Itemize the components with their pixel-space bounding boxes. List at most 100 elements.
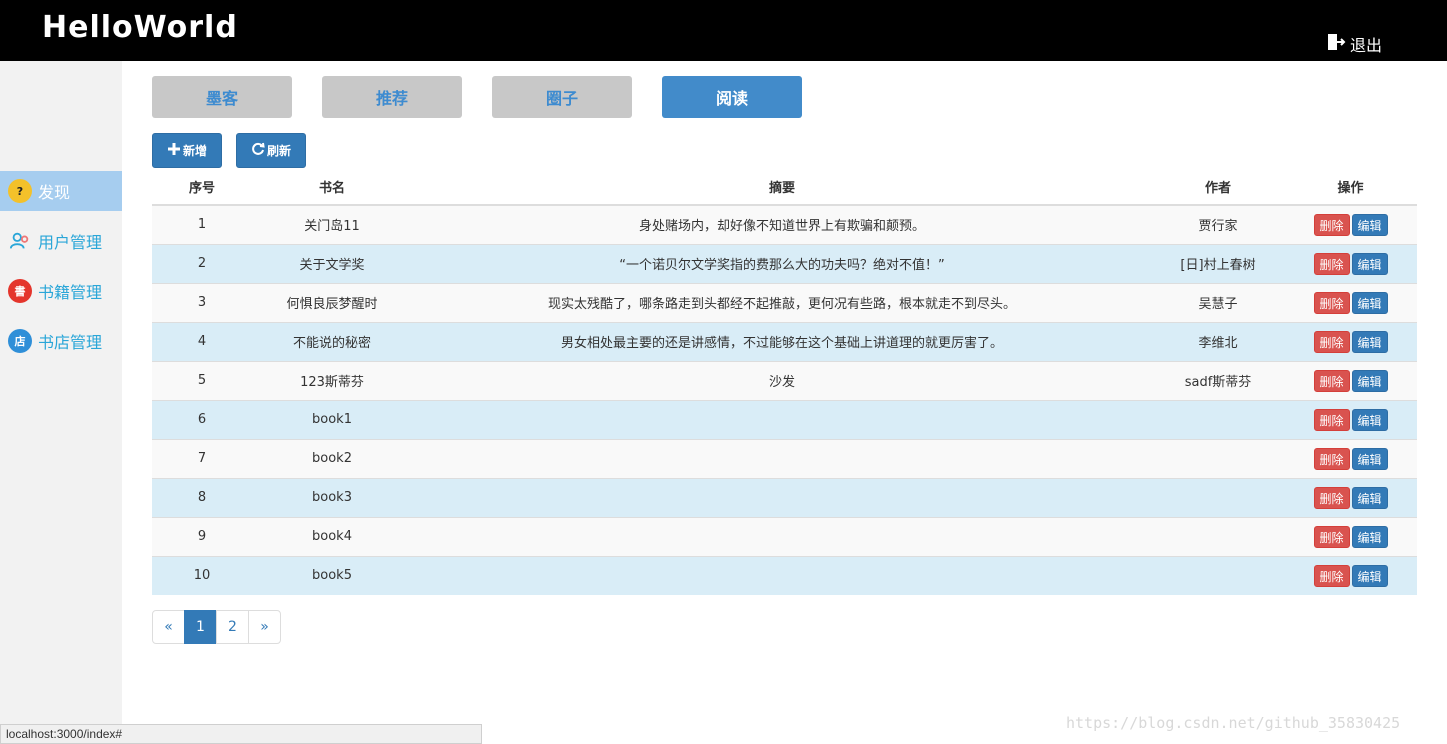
cell-author [1152, 438, 1284, 478]
edit-button[interactable]: 编辑 [1351, 213, 1388, 236]
logout-icon [1326, 32, 1346, 56]
compass-icon: ? [8, 179, 32, 203]
cell-summary: 现实太残酷了，哪条路走到头都经不起推敲，更何况有些路，根本就走不到尽头。 [412, 282, 1152, 322]
cell-title: book3 [252, 477, 412, 517]
column-header-number: 序号 [152, 168, 252, 206]
cell-number: 4 [152, 321, 252, 361]
delete-button[interactable]: 删除 [1313, 486, 1350, 509]
cell-actions: 删除 编辑 [1284, 321, 1417, 361]
cell-title: 关门岛11 [252, 204, 412, 244]
sidebar: ? 发现 用户管理 書 书籍管理 店 书店管理 [0, 61, 122, 744]
cell-number: 5 [152, 360, 252, 400]
pagination-prev[interactable]: « [152, 610, 185, 644]
edit-button[interactable]: 编辑 [1351, 408, 1388, 431]
app-logo: HelloWorld [42, 10, 238, 45]
watermark: https://blog.csdn.net/github_35830425 [1066, 714, 1401, 732]
cell-actions: 删除 编辑 [1284, 282, 1417, 322]
table-row: 8 book3 删除 编辑 [152, 477, 1417, 517]
cell-actions: 删除 编辑 [1284, 477, 1417, 517]
cell-summary [412, 438, 1152, 478]
cell-summary [412, 516, 1152, 556]
sidebar-item-books[interactable]: 書 书籍管理 [0, 271, 122, 311]
sidebar-item-discover[interactable]: ? 发现 [0, 171, 122, 211]
cell-summary [412, 477, 1152, 517]
edit-button[interactable]: 编辑 [1351, 330, 1388, 353]
delete-button[interactable]: 删除 [1313, 447, 1350, 470]
edit-button[interactable]: 编辑 [1351, 564, 1388, 587]
cell-number: 2 [152, 243, 252, 283]
cell-summary: “一个诺贝尔文学奖指的费那么大的功夫吗？绝对不值！” [412, 243, 1152, 283]
cell-actions: 删除 编辑 [1284, 243, 1417, 283]
logout-button[interactable]: 退出 [1326, 32, 1382, 56]
table-row: 1 关门岛11 身处赌场内，却好像不知道世界上有欺骗和颠预。 贾行家 删除 编辑 [152, 204, 1417, 244]
delete-button[interactable]: 删除 [1313, 252, 1350, 275]
delete-button[interactable]: 删除 [1313, 330, 1350, 353]
top-header: HelloWorld 退出 [0, 0, 1447, 61]
cell-title: book2 [252, 438, 412, 478]
table-row: 6 book1 删除 编辑 [152, 399, 1417, 439]
refresh-button-label: 刷新 [266, 144, 291, 158]
column-header-author: 作者 [1152, 168, 1284, 206]
tab-moke[interactable]: 墨客 [152, 76, 292, 118]
cell-title: 何惧良辰梦醒时 [252, 282, 412, 322]
store-icon: 店 [8, 329, 32, 353]
cell-author [1152, 477, 1284, 517]
delete-button[interactable]: 删除 [1313, 408, 1350, 431]
sidebar-item-label: 书籍管理 [38, 283, 103, 302]
cell-author: 吴慧子 [1152, 282, 1284, 322]
cell-author: [日]村上春树 [1152, 243, 1284, 283]
table-row: 9 book4 删除 编辑 [152, 516, 1417, 556]
add-button[interactable]: 新增 [152, 133, 222, 168]
tab-recommend[interactable]: 推荐 [322, 76, 462, 118]
refresh-icon [251, 142, 265, 159]
cell-actions: 删除 编辑 [1284, 360, 1417, 400]
cell-number: 8 [152, 477, 252, 517]
cell-summary: 身处赌场内，却好像不知道世界上有欺骗和颠预。 [412, 204, 1152, 244]
sidebar-item-stores[interactable]: 店 书店管理 [0, 321, 122, 361]
pagination: « 1 2 » [152, 610, 281, 644]
delete-button[interactable]: 删除 [1313, 369, 1350, 392]
add-button-label: 新增 [182, 144, 207, 158]
edit-button[interactable]: 编辑 [1351, 369, 1388, 392]
cell-title: 关于文学奖 [252, 243, 412, 283]
cell-title: 不能说的秘密 [252, 321, 412, 361]
pagination-page-1[interactable]: 1 [184, 610, 217, 644]
delete-button[interactable]: 删除 [1313, 564, 1350, 587]
pagination-page-2[interactable]: 2 [216, 610, 249, 644]
cell-number: 10 [152, 555, 252, 595]
edit-button[interactable]: 编辑 [1351, 252, 1388, 275]
cell-number: 1 [152, 204, 252, 244]
tab-reading[interactable]: 阅读 [662, 76, 802, 118]
delete-button[interactable]: 删除 [1313, 525, 1350, 548]
table-row: 3 何惧良辰梦醒时 现实太残酷了，哪条路走到头都经不起推敲，更何况有些路，根本就走不… [152, 282, 1417, 322]
sidebar-item-label: 发现 [38, 183, 71, 202]
sidebar-item-label: 书店管理 [38, 333, 103, 352]
edit-button[interactable]: 编辑 [1351, 525, 1388, 548]
cell-author: 李维北 [1152, 321, 1284, 361]
cell-actions: 删除 编辑 [1284, 399, 1417, 439]
table-row: 10 book5 删除 编辑 [152, 555, 1417, 595]
users-icon [8, 229, 32, 253]
tab-circle[interactable]: 圈子 [492, 76, 632, 118]
cell-title: book1 [252, 399, 412, 439]
column-header-summary: 摘要 [412, 168, 1152, 206]
books-table: 序号 书名 摘要 作者 操作 1 关门岛11 身处赌场内，却好像不知道世界上有欺骗和… [152, 168, 1417, 595]
cell-author: 贾行家 [1152, 204, 1284, 244]
cell-summary: 沙发 [412, 360, 1152, 400]
cell-title: 123斯蒂芬 [252, 360, 412, 400]
pagination-next[interactable]: » [248, 610, 281, 644]
cell-author [1152, 555, 1284, 595]
cell-author [1152, 399, 1284, 439]
delete-button[interactable]: 删除 [1313, 291, 1350, 314]
refresh-button[interactable]: 刷新 [236, 133, 306, 168]
table-row: 2 关于文学奖 “一个诺贝尔文学奖指的费那么大的功夫吗？绝对不值！” [日]村上春树删… [152, 243, 1417, 283]
cell-number: 6 [152, 399, 252, 439]
cell-actions: 删除 编辑 [1284, 204, 1417, 244]
delete-button[interactable]: 删除 [1313, 213, 1350, 236]
sidebar-item-users[interactable]: 用户管理 [0, 221, 122, 261]
table-row: 4 不能说的秘密 男女相处最主要的还是讲感情，不过能够在这个基础上讲道理的就更厉害了… [152, 321, 1417, 361]
edit-button[interactable]: 编辑 [1351, 486, 1388, 509]
table-row: 5 123斯蒂芬 沙发 sadf斯蒂芬 删除 编辑 [152, 360, 1417, 400]
edit-button[interactable]: 编辑 [1351, 291, 1388, 314]
edit-button[interactable]: 编辑 [1351, 447, 1388, 470]
